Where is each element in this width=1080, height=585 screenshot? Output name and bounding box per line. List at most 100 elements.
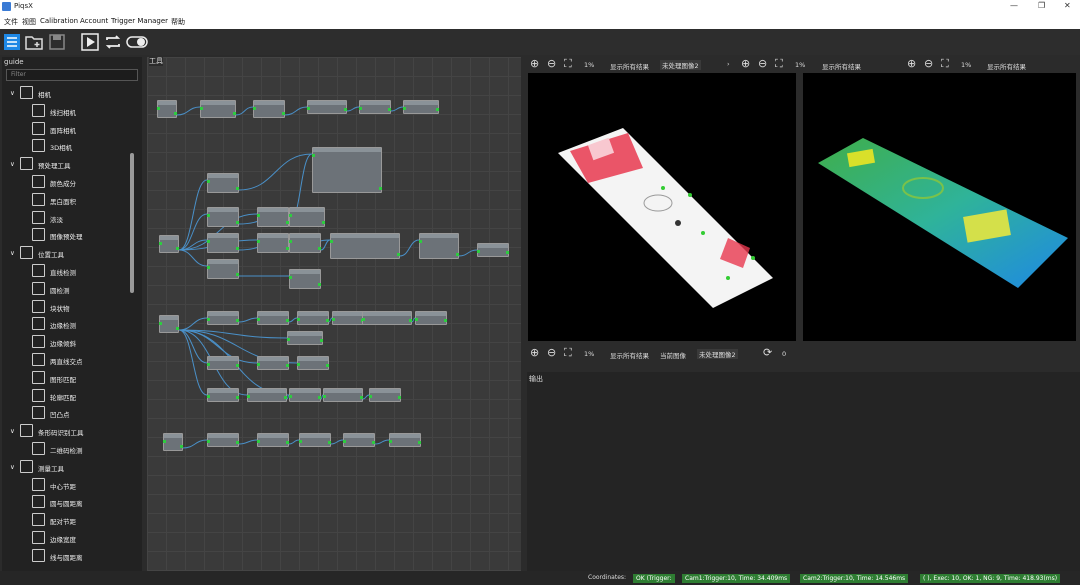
tool-node[interactable] xyxy=(362,311,412,325)
tool-node[interactable] xyxy=(289,388,321,402)
node-input-port[interactable] xyxy=(289,276,292,279)
node-output-port[interactable] xyxy=(176,247,179,250)
zoom-in-icon-3[interactable]: ⊕ xyxy=(907,57,916,70)
tool-node[interactable] xyxy=(159,315,179,333)
node-output-port[interactable] xyxy=(398,396,401,399)
node-input-port[interactable] xyxy=(207,395,210,398)
node-output-port[interactable] xyxy=(236,187,239,190)
tool-node[interactable] xyxy=(163,433,183,451)
tool-node[interactable] xyxy=(159,235,179,253)
tool-node[interactable] xyxy=(359,100,391,114)
image-select[interactable]: 未处理图像2 xyxy=(660,60,701,70)
fit-icon-2[interactable]: ⛶ xyxy=(775,57,783,71)
node-input-port[interactable] xyxy=(415,318,418,321)
node-output-port[interactable] xyxy=(326,364,329,367)
node-output-port[interactable] xyxy=(236,273,239,276)
node-input-port[interactable] xyxy=(207,180,210,183)
node-input-port[interactable] xyxy=(359,107,362,110)
tool-node[interactable] xyxy=(200,100,236,118)
node-output-port[interactable] xyxy=(318,247,321,250)
minimize-button[interactable]: — xyxy=(1010,1,1018,10)
tool-node[interactable] xyxy=(297,311,329,325)
node-input-port[interactable] xyxy=(207,214,210,217)
camera-viewport-1[interactable] xyxy=(528,73,796,341)
menu-trigger-manager[interactable]: Trigger Manager xyxy=(111,17,168,25)
node-input-port[interactable] xyxy=(307,107,310,110)
node-input-port[interactable] xyxy=(297,363,300,366)
tool-node[interactable] xyxy=(253,100,285,118)
node-output-port[interactable] xyxy=(236,441,239,444)
tool-node[interactable] xyxy=(287,331,323,345)
chevron-down-icon[interactable]: ∨ xyxy=(10,427,15,435)
node-input-port[interactable] xyxy=(207,240,210,243)
maximize-button[interactable]: ❐ xyxy=(1038,1,1045,10)
node-output-port[interactable] xyxy=(236,396,239,399)
current-image-select[interactable]: 当前图像 xyxy=(660,350,686,360)
node-input-port[interactable] xyxy=(323,395,326,398)
node-output-port[interactable] xyxy=(456,253,459,256)
show-all-results-2[interactable]: 显示所有结果 xyxy=(822,61,861,71)
camera-viewport-3d[interactable] xyxy=(803,73,1076,341)
menu-file[interactable]: 文件 xyxy=(4,17,18,27)
tool-node[interactable] xyxy=(289,233,321,253)
image-select-bottom[interactable]: 未处理图像2 xyxy=(697,349,738,359)
fit-icon-4[interactable]: ⛶ xyxy=(564,346,572,360)
node-input-port[interactable] xyxy=(207,363,210,366)
menu-help[interactable]: 帮助 xyxy=(171,17,185,27)
loop-icon[interactable] xyxy=(104,33,122,51)
node-input-port[interactable] xyxy=(287,338,290,341)
tool-node[interactable] xyxy=(257,311,289,325)
tool-node[interactable] xyxy=(207,356,239,370)
node-output-port[interactable] xyxy=(328,441,331,444)
node-output-port[interactable] xyxy=(286,441,289,444)
node-input-port[interactable] xyxy=(257,318,260,321)
node-input-port[interactable] xyxy=(330,240,333,243)
tool-node[interactable] xyxy=(389,433,421,447)
zoom-in-icon[interactable]: ⊕ xyxy=(530,57,539,70)
tool-node[interactable] xyxy=(330,233,400,259)
node-output-port[interactable] xyxy=(236,247,239,250)
node-output-port[interactable] xyxy=(284,396,287,399)
node-input-port[interactable] xyxy=(257,363,260,366)
node-output-port[interactable] xyxy=(444,319,447,322)
node-graph-canvas[interactable]: 工具 xyxy=(147,56,521,571)
node-output-port[interactable] xyxy=(506,251,509,254)
tool-node[interactable] xyxy=(257,207,289,227)
zoom-out-icon-4[interactable]: ⊖ xyxy=(547,346,556,359)
node-input-port[interactable] xyxy=(389,440,392,443)
zoom-in-icon-4[interactable]: ⊕ xyxy=(530,346,539,359)
tool-node[interactable] xyxy=(403,100,439,114)
node-output-port[interactable] xyxy=(436,108,439,111)
node-input-port[interactable] xyxy=(289,240,292,243)
node-input-port[interactable] xyxy=(163,440,166,443)
tool-node[interactable] xyxy=(257,233,289,253)
save-icon[interactable] xyxy=(48,33,66,51)
tool-node[interactable] xyxy=(343,433,375,447)
node-output-port[interactable] xyxy=(409,319,412,322)
node-output-port[interactable] xyxy=(344,108,347,111)
chevron-down-icon[interactable]: ∨ xyxy=(10,463,15,471)
tool-node[interactable] xyxy=(207,311,239,325)
tool-node[interactable] xyxy=(299,433,331,447)
node-output-port[interactable] xyxy=(379,187,382,190)
node-output-port[interactable] xyxy=(418,441,421,444)
menu-account[interactable]: Account xyxy=(80,17,108,25)
node-input-port[interactable] xyxy=(369,395,372,398)
node-input-port[interactable] xyxy=(200,107,203,110)
node-output-port[interactable] xyxy=(233,112,236,115)
menu-calibration[interactable]: Calibration xyxy=(40,17,78,25)
node-output-port[interactable] xyxy=(318,396,321,399)
node-input-port[interactable] xyxy=(297,318,300,321)
tool-node[interactable] xyxy=(257,433,289,447)
zoom-out-icon-2[interactable]: ⊖ xyxy=(758,57,767,70)
node-output-port[interactable] xyxy=(286,364,289,367)
fit-icon[interactable]: ⛶ xyxy=(564,57,572,71)
tool-node[interactable] xyxy=(157,100,177,118)
node-input-port[interactable] xyxy=(159,242,162,245)
menu-view[interactable]: 视图 xyxy=(22,17,36,27)
zoom-out-icon-3[interactable]: ⊖ xyxy=(924,57,933,70)
toggle-icon[interactable] xyxy=(126,33,148,51)
node-input-port[interactable] xyxy=(289,214,292,217)
node-input-port[interactable] xyxy=(257,214,260,217)
tool-node[interactable] xyxy=(477,243,509,257)
